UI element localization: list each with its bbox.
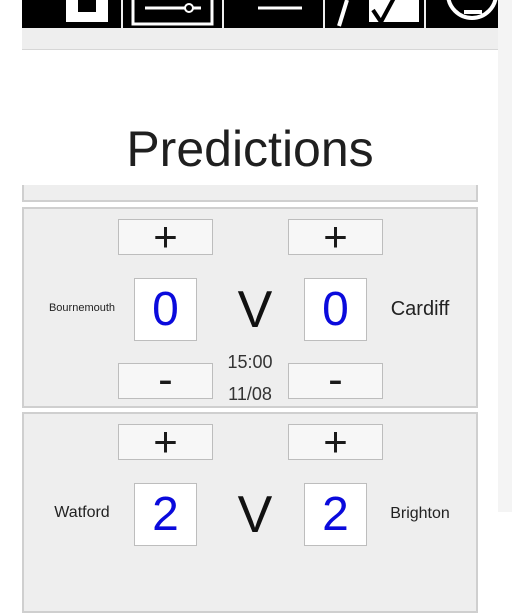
home-score-increment-button[interactable]: + — [118, 216, 213, 258]
match-date: 11/08 — [228, 384, 272, 404]
previous-match-card — [22, 185, 478, 202]
match-card: + + Watford 2 V 2 Brighton — [22, 412, 478, 613]
away-team-name: Brighton — [390, 505, 450, 522]
filter-icon — [131, 0, 214, 26]
home-score-decrement-button[interactable]: - — [118, 358, 213, 402]
match-card: + + Bournemouth 0 V 0 Cardiff - 15:00 11… — [22, 207, 478, 408]
away-score-field[interactable]: 0 — [304, 278, 367, 341]
tab-filter[interactable] — [123, 0, 222, 28]
kickoff-time: 15:00 — [227, 352, 273, 372]
away-score-increment-button[interactable]: + — [288, 421, 383, 463]
home-team-name: Watford — [54, 504, 110, 521]
tab-table[interactable] — [22, 0, 121, 28]
vertical-scrollbar[interactable] — [498, 0, 512, 512]
page-title: Predictions — [126, 120, 374, 177]
home-score-increment-button[interactable]: + — [118, 421, 213, 463]
home-team-name: Bournemouth — [48, 302, 116, 314]
versus-label: V — [237, 486, 273, 544]
tab-menu[interactable] — [224, 0, 323, 28]
info-icon — [446, 0, 498, 20]
away-score-field[interactable]: 2 — [304, 483, 367, 546]
top-navigation — [22, 0, 498, 50]
chart-icon — [337, 0, 419, 27]
tab-chart[interactable] — [325, 0, 424, 28]
home-score-field[interactable]: 2 — [134, 483, 197, 546]
away-score-increment-button[interactable]: + — [288, 216, 383, 258]
menu-line-icon — [258, 6, 302, 10]
tab-info[interactable] — [426, 0, 498, 28]
home-score-field[interactable]: 0 — [134, 278, 197, 341]
away-score-decrement-button[interactable]: - — [288, 358, 383, 402]
tab-strip — [22, 0, 498, 28]
away-team-name: Cardiff — [390, 298, 450, 320]
table-icon — [22, 0, 108, 28]
versus-label: V — [237, 281, 273, 339]
